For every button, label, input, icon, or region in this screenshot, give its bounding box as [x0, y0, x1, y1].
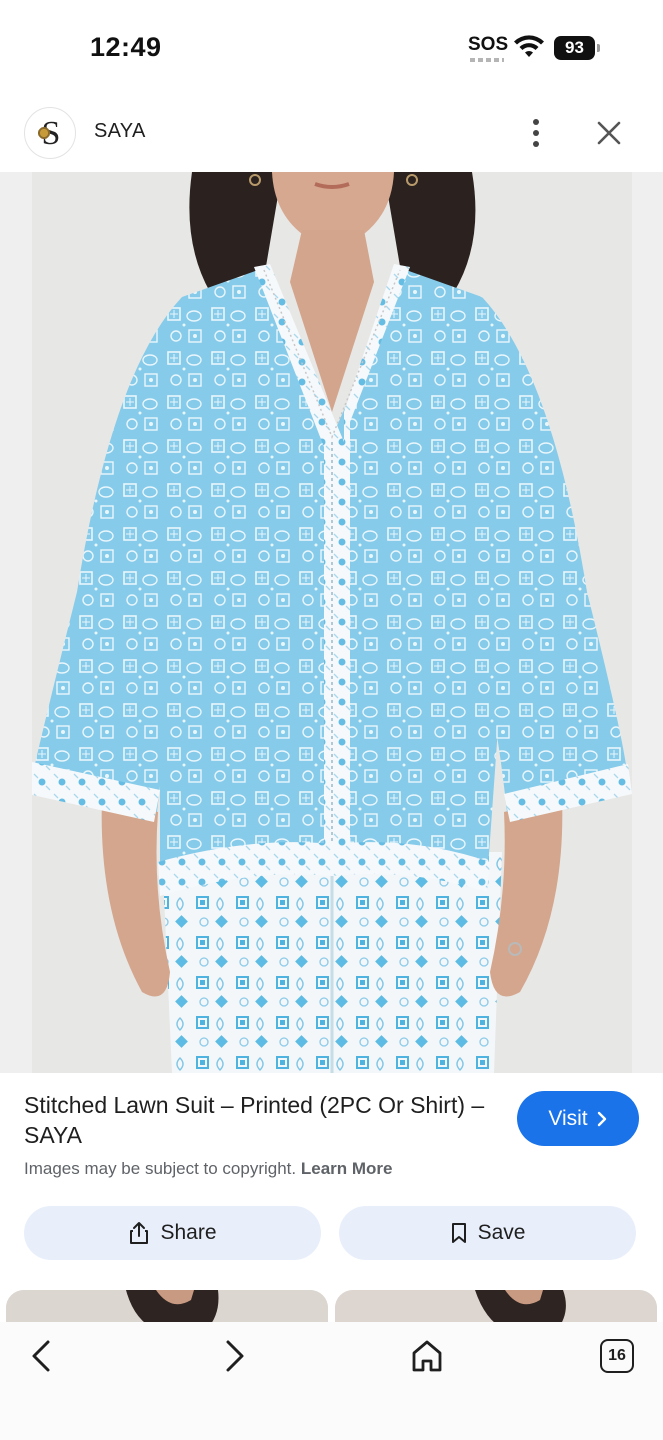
site-logo[interactable]: S — [24, 107, 76, 159]
source-header: S SAYA — [0, 96, 663, 172]
save-label: Save — [477, 1221, 526, 1244]
status-bar: 12:49 SOS 93 — [0, 0, 663, 96]
share-label: Share — [160, 1221, 217, 1244]
image-viewer — [0, 172, 663, 1073]
site-name[interactable]: SAYA — [94, 120, 146, 143]
logo-flower-icon — [37, 126, 51, 140]
product-image[interactable] — [32, 172, 632, 1073]
copyright-notice: Images may be subject to copyright. Lear… — [24, 1159, 393, 1179]
logo-letter: S — [41, 115, 61, 152]
save-button[interactable]: Save — [339, 1206, 636, 1260]
bookmark-icon — [451, 1223, 466, 1243]
clock: 12:49 — [90, 32, 162, 62]
browser-toolbar: 16 — [0, 1322, 663, 1440]
battery-icon: 93 — [554, 36, 600, 60]
back-icon[interactable] — [22, 1336, 62, 1376]
close-icon[interactable] — [592, 116, 626, 150]
copyright-text: Images may be subject to copyright. — [24, 1159, 297, 1178]
tabs-count: 16 — [608, 1347, 626, 1364]
battery-level: 93 — [554, 36, 595, 60]
home-icon[interactable] — [407, 1336, 447, 1376]
share-icon — [130, 1222, 149, 1244]
share-button[interactable]: Share — [24, 1206, 321, 1260]
signal-dots — [470, 58, 504, 62]
forward-icon[interactable] — [214, 1336, 254, 1376]
wifi-icon — [514, 35, 544, 57]
chevron-right-icon — [597, 1111, 606, 1126]
more-options-button[interactable] — [520, 116, 552, 150]
tabs-button[interactable]: 16 — [600, 1339, 634, 1373]
learn-more-link[interactable]: Learn More — [301, 1159, 393, 1178]
visit-button[interactable]: Visit — [517, 1091, 639, 1146]
sos-indicator: SOS — [468, 34, 509, 55]
product-title[interactable]: Stitched Lawn Suit – Printed (2PC Or Shi… — [24, 1090, 502, 1150]
visit-label: Visit — [548, 1106, 588, 1130]
